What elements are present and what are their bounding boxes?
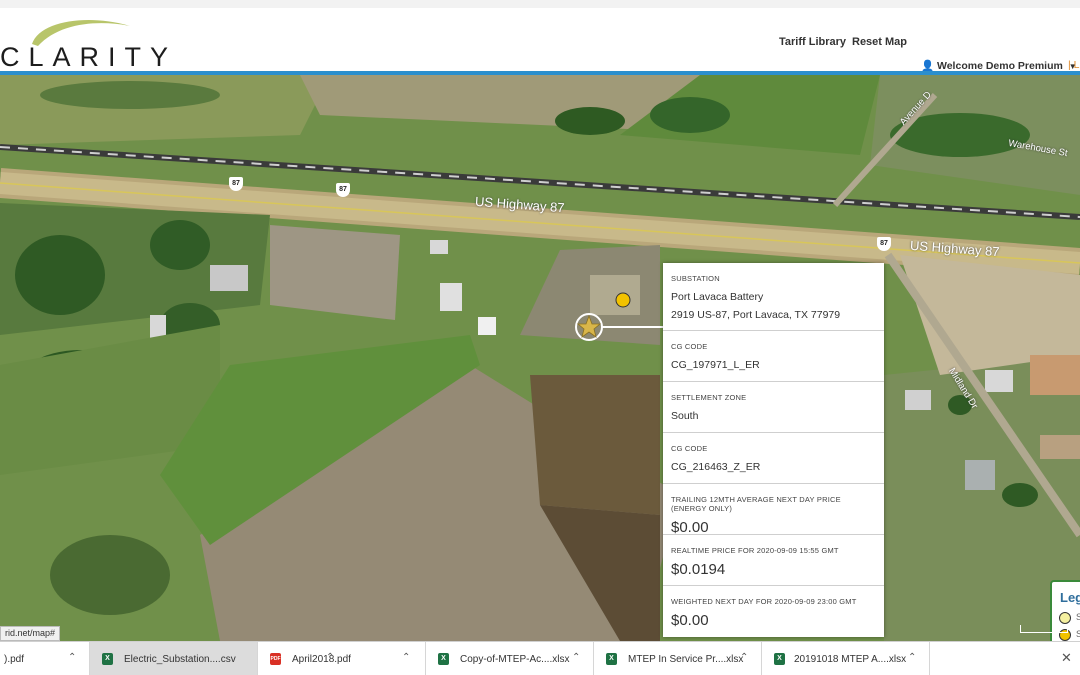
download-filename: ).pdf — [4, 654, 25, 665]
download-item[interactable]: X Electric_Substation....csv ⌃ — [90, 642, 334, 675]
excel-file-icon: X — [774, 653, 785, 665]
cg-code-value: CG_197971_L_ER — [671, 359, 760, 371]
popup-section-trailing-price: TRAILING 12mth AVERAGE NEXT DAY PRICE (E… — [663, 484, 884, 536]
download-filename: MTEP In Service Pr....xlsx — [628, 654, 744, 665]
chevron-up-icon[interactable]: ⌃ — [402, 652, 410, 663]
realtime-price-label: REALTIME PRICE FOR 2020-09-09 15:55 GMT — [671, 546, 839, 555]
substation-label: SUBSTATION — [671, 274, 720, 283]
trailing-price-label: TRAILING 12mth AVERAGE NEXT DAY PRICE (E… — [671, 495, 841, 513]
pdf-file-icon: PDF — [270, 653, 281, 665]
legend-title: Leg — [1060, 590, 1080, 605]
weighted-price-value: $0.00 — [671, 612, 709, 629]
popup-section-substation: SUBSTATION Port Lavaca Battery 2919 US-8… — [663, 263, 884, 331]
legend-item-label: S — [1076, 612, 1080, 622]
substation-name: Port Lavaca Battery — [671, 291, 764, 303]
substation-address: 2919 US-87, Port Lavaca, TX 77979 — [671, 309, 841, 321]
download-item[interactable]: X Copy-of-MTEP-Ac....xlsx ⌃ — [426, 642, 594, 675]
popup-connector — [602, 326, 664, 328]
excel-file-icon: X — [438, 653, 449, 665]
chevron-up-icon[interactable]: ⌃ — [908, 652, 916, 663]
popup-section-realtime-price: REALTIME PRICE FOR 2020-09-09 15:55 GMT … — [663, 535, 884, 586]
header-separator[interactable]: | L — [1068, 59, 1079, 71]
downloads-bar: ).pdf ⌃ X Electric_Substation....csv ⌃ P… — [0, 641, 1080, 675]
substation-popup: SUBSTATION Port Lavaca Battery 2919 US-8… — [663, 263, 884, 637]
cg-code-label: CG CODE — [671, 444, 708, 453]
highway-shield-icon: 87 — [877, 237, 891, 251]
legend-item: S — [1059, 612, 1080, 626]
download-item[interactable]: ).pdf ⌃ — [0, 642, 90, 675]
app-header: CLARITY Tariff Library Reset Map 👤 Welco… — [0, 0, 1080, 72]
cg-code-label: CG CODE — [671, 342, 708, 351]
settlement-zone-label: SETTLEMENT ZONE — [671, 393, 747, 402]
trailing-price-value: $0.00 — [671, 519, 709, 536]
settlement-zone-value: South — [671, 410, 699, 422]
legend-dot-icon — [1059, 612, 1071, 624]
satellite-map[interactable]: US Highway 87 US Highway 87 87 87 87 Ave… — [0, 75, 1080, 641]
nav-reset-map[interactable]: Reset Map — [852, 36, 907, 48]
highway-shield-icon: 87 — [336, 183, 350, 197]
highway-shield-icon: 87 — [229, 177, 243, 191]
star-marker-icon[interactable] — [574, 312, 604, 342]
download-filename: Electric_Substation....csv — [124, 654, 236, 665]
download-item[interactable]: X MTEP In Service Pr....xlsx ⌃ — [594, 642, 762, 675]
popup-section-settlement-zone: SETTLEMENT ZONE South — [663, 382, 884, 433]
legend-item-label: S — [1076, 629, 1080, 639]
popup-section-weighted-price: WEIGHTED NEXT DAY FOR 2020-09-09 23:00 G… — [663, 586, 884, 637]
weighted-price-label: WEIGHTED NEXT DAY FOR 2020-09-09 23:00 G… — [671, 597, 857, 606]
download-item[interactable]: X 20191018 MTEP A....xlsx ⌃ — [762, 642, 930, 675]
cg-code-value: CG_216463_Z_ER — [671, 461, 761, 473]
popup-section-cg-code: CG CODE CG_216463_Z_ER — [663, 433, 884, 484]
excel-file-icon: X — [606, 653, 617, 665]
map-imagery — [0, 75, 1080, 641]
download-filename: Copy-of-MTEP-Ac....xlsx — [460, 654, 570, 665]
status-url: rid.net/map# — [0, 626, 61, 641]
clarity-logo[interactable]: CLARITY — [0, 20, 210, 72]
realtime-price-value: $0.0194 — [671, 561, 726, 578]
chevron-up-icon[interactable]: ⌃ — [572, 652, 580, 663]
nav-tariff-library[interactable]: Tariff Library — [779, 36, 846, 48]
logo-text: CLARITY — [0, 42, 178, 72]
download-item[interactable]: PDF April2018.pdf ⌃ — [258, 642, 426, 675]
popup-section-cg-code: CG CODE CG_197971_L_ER — [663, 331, 884, 382]
download-filename: April2018.pdf — [292, 654, 351, 665]
chevron-up-icon[interactable]: ⌃ — [68, 652, 76, 663]
chevron-up-icon[interactable]: ⌃ — [740, 652, 748, 663]
substation-marker-icon[interactable] — [614, 291, 632, 309]
download-filename: 20191018 MTEP A....xlsx — [794, 654, 907, 665]
excel-file-icon: X — [102, 653, 113, 665]
close-icon[interactable]: ✕ — [1061, 650, 1072, 666]
map-scale-bar — [1020, 625, 1068, 633]
